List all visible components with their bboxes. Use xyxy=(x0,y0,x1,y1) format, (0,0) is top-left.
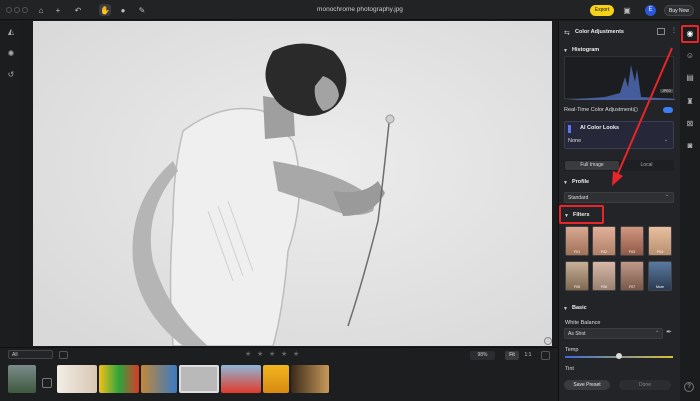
temp-label: Temp xyxy=(565,347,579,353)
histogram-chevron-icon[interactable]: ▼ xyxy=(563,48,568,54)
more-icon[interactable]: ⋮ xyxy=(671,27,677,34)
annotation-arrow xyxy=(612,47,673,186)
brush-icon[interactable]: ✎ xyxy=(136,4,148,16)
export-button[interactable]: Export xyxy=(590,5,614,16)
undo-icon[interactable]: ↶ xyxy=(72,4,84,16)
add-image-icon[interactable] xyxy=(42,378,52,388)
help-circle-icon[interactable]: ? xyxy=(684,382,694,392)
fit-button[interactable]: Fit xyxy=(505,351,519,360)
rating-star-3[interactable]: ★ xyxy=(269,350,275,358)
filter-tile-label: F02 xyxy=(600,250,608,254)
basic-chevron-icon[interactable]: ▼ xyxy=(563,306,568,312)
tint-label: Tint xyxy=(565,366,574,372)
pin-icon[interactable]: ● xyxy=(117,4,129,16)
filter-tile[interactable]: F03 xyxy=(620,226,644,256)
layers-icon[interactable]: ▤ xyxy=(684,72,696,84)
profile-chevron-icon[interactable]: ▼ xyxy=(563,180,568,186)
panel-back-icon[interactable]: ⇆ xyxy=(564,29,570,37)
camera-icon[interactable]: ◙ xyxy=(684,140,696,152)
hand-tool-icon[interactable]: ✋ xyxy=(99,4,111,16)
histogram-label[interactable]: Histogram xyxy=(572,47,599,53)
ai-enhance-icon[interactable]: ◭ xyxy=(5,26,17,38)
filter-tile-label: F03 xyxy=(628,250,636,254)
rating-star-1[interactable]: ★ xyxy=(245,350,251,358)
thumbnail[interactable] xyxy=(8,365,36,393)
profile-label[interactable]: Profile xyxy=(572,179,589,185)
filter-tile[interactable]: F06 xyxy=(592,261,616,291)
profile-dropdown-icon[interactable]: ⌄ xyxy=(665,192,669,198)
rating-star-4[interactable]: ★ xyxy=(281,350,287,358)
panel-title: Color Adjustments xyxy=(575,29,624,35)
thumbnail[interactable] xyxy=(57,365,97,393)
photo-woman-with-flower xyxy=(33,21,552,346)
image-canvas[interactable] xyxy=(33,21,552,346)
info-icon[interactable]: i xyxy=(544,337,552,345)
filter-tile[interactable]: F01 xyxy=(565,226,589,256)
color-adjustments-icon[interactable]: ◉ xyxy=(684,28,696,40)
filter-tile-label: More xyxy=(656,285,664,289)
temp-slider-thumb[interactable] xyxy=(616,353,622,359)
filter-tile[interactable]: F05 xyxy=(565,261,589,291)
buy-now-button[interactable]: Buy Now xyxy=(664,5,694,16)
filmstrip-grid-icon[interactable] xyxy=(59,351,68,359)
filter-tile-label: F07 xyxy=(628,285,636,289)
save-preset-button[interactable]: Save Preset xyxy=(564,380,610,390)
compare-icon[interactable] xyxy=(541,351,550,360)
filter-more-tile[interactable]: More xyxy=(648,261,672,291)
thumbnail[interactable] xyxy=(291,365,329,393)
clothing-icon[interactable]: ♜ xyxy=(684,96,696,108)
thumbnail[interactable] xyxy=(221,365,261,393)
rating-star-5[interactable]: ★ xyxy=(293,350,299,358)
filter-tile[interactable]: F04 xyxy=(648,226,672,256)
zoom-level[interactable]: 98% xyxy=(470,351,495,360)
basic-label[interactable]: Basic xyxy=(572,305,587,311)
filter-tile[interactable]: F07 xyxy=(620,261,644,291)
window-minimize-dot[interactable] xyxy=(14,7,20,13)
white-balance-select[interactable]: As Shot xyxy=(564,328,663,339)
done-button[interactable]: Done xyxy=(619,380,671,390)
eyedropper-icon[interactable]: ✒ xyxy=(666,328,672,336)
white-balance-label: White Balance xyxy=(565,320,601,326)
thumbnail-selected[interactable] xyxy=(179,365,219,393)
filmstrip-filter-select[interactable]: All xyxy=(8,350,53,359)
compare-view-icon[interactable] xyxy=(657,28,665,35)
thumbnail[interactable] xyxy=(141,365,177,393)
filter-tile-label: F05 xyxy=(573,285,581,289)
history-icon[interactable]: ↺ xyxy=(5,69,17,81)
ai-looks-accent xyxy=(568,125,571,133)
filters-chevron-icon[interactable]: ▼ xyxy=(564,213,569,219)
filter-tile-label: F04 xyxy=(656,250,664,254)
window-title: monochrome photography.jpg xyxy=(317,6,403,13)
adjust-sun-icon[interactable]: ✺ xyxy=(5,48,17,60)
window-zoom-dot[interactable] xyxy=(22,7,28,13)
filters-label[interactable]: Filters xyxy=(573,212,590,218)
thumbnail[interactable] xyxy=(99,365,139,393)
wb-dropdown-icon[interactable]: ⌄ xyxy=(655,328,659,334)
filter-tile[interactable]: F02 xyxy=(592,226,616,256)
face-retouch-icon[interactable]: ☺ xyxy=(684,50,696,62)
home-icon[interactable]: ⌂ xyxy=(35,4,47,16)
remove-object-icon[interactable]: ⊠ xyxy=(684,118,696,130)
rating-star-2[interactable]: ★ xyxy=(257,350,263,358)
add-icon[interactable]: + xyxy=(52,4,64,16)
profile-select[interactable]: Standard xyxy=(564,192,674,203)
filter-tile-label: F06 xyxy=(600,285,608,289)
filter-tile-label: F01 xyxy=(573,250,581,254)
actual-size-button[interactable]: 1:1 xyxy=(521,351,535,360)
avatar[interactable]: E xyxy=(645,5,656,16)
thumbnail[interactable] xyxy=(263,365,289,393)
ai-looks-value[interactable]: None xyxy=(568,138,581,144)
window-close-dot[interactable] xyxy=(6,7,12,13)
gift-icon[interactable]: ▣ xyxy=(621,4,633,16)
